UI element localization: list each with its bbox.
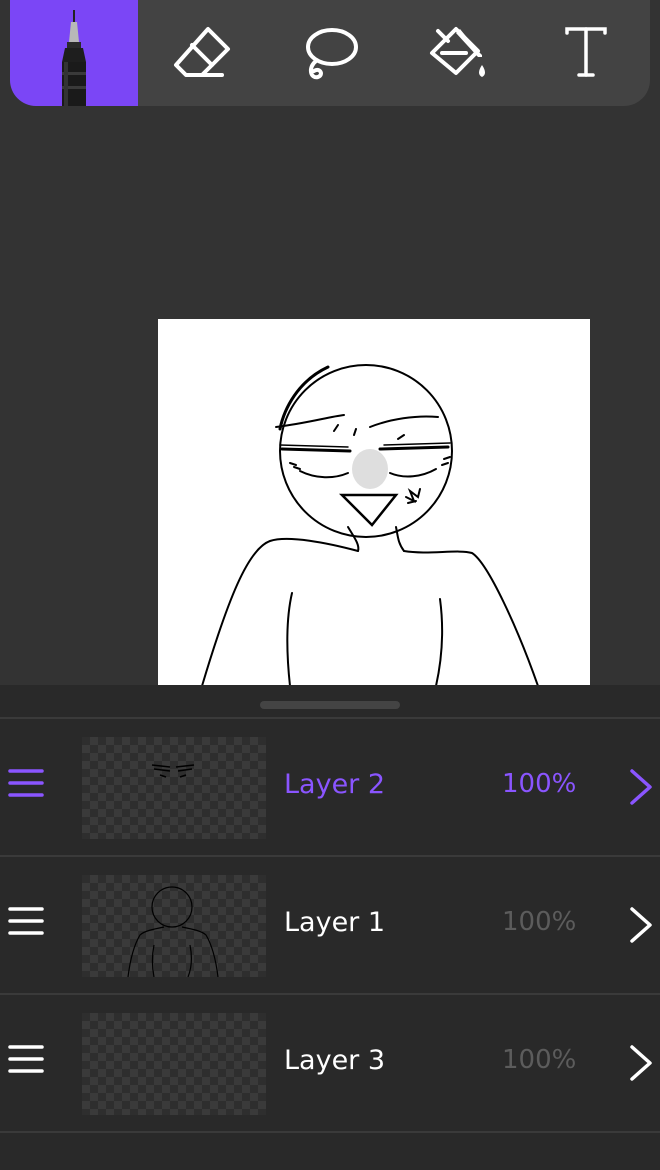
layer-thumbnail	[82, 1013, 266, 1115]
sketch-drawing	[201, 364, 539, 686]
pen-brush-icon	[62, 10, 86, 106]
text-icon	[565, 27, 607, 77]
hamburger-menu-icon[interactable]	[8, 905, 44, 937]
layer-row-layer-2[interactable]: Layer 2 100%	[0, 719, 660, 857]
chevron-right-icon[interactable]	[626, 1043, 656, 1083]
canvas-area[interactable]	[0, 106, 660, 686]
layer-name: Layer 1	[284, 907, 386, 938]
chevron-right-icon[interactable]	[626, 767, 656, 807]
chevron-right-icon[interactable]	[626, 905, 656, 945]
layer-row-layer-3[interactable]: Layer 3 100%	[0, 995, 660, 1133]
layer-thumbnail	[82, 737, 266, 839]
hamburger-menu-icon[interactable]	[8, 767, 44, 799]
brush-tool-button[interactable]	[10, 0, 138, 106]
panel-drag-handle[interactable]	[260, 701, 400, 709]
layer-opacity[interactable]: 100%	[502, 1043, 576, 1077]
text-tool-button[interactable]	[522, 0, 650, 106]
layer-opacity[interactable]: 100%	[502, 767, 576, 801]
layer-name: Layer 2	[284, 769, 386, 800]
lasso-tool-button[interactable]	[266, 0, 394, 106]
lasso-icon	[306, 28, 358, 80]
hamburger-menu-icon[interactable]	[8, 1043, 44, 1075]
drawing-artboard[interactable]	[158, 319, 590, 686]
layer-name: Layer 3	[284, 1045, 386, 1076]
eraser-icon	[174, 27, 230, 77]
fill-tool-button[interactable]	[394, 0, 522, 106]
tool-bar	[10, 0, 650, 106]
paint-bucket-icon	[430, 27, 485, 77]
layer-opacity[interactable]: 100%	[502, 905, 576, 939]
layer-row-layer-1[interactable]: Layer 1 100%	[0, 857, 660, 995]
layers-panel: Layer 2 100% Layer 1 100% Layer 3 100%	[0, 685, 660, 1170]
layer-thumbnail	[82, 875, 266, 977]
eraser-tool-button[interactable]	[138, 0, 266, 106]
